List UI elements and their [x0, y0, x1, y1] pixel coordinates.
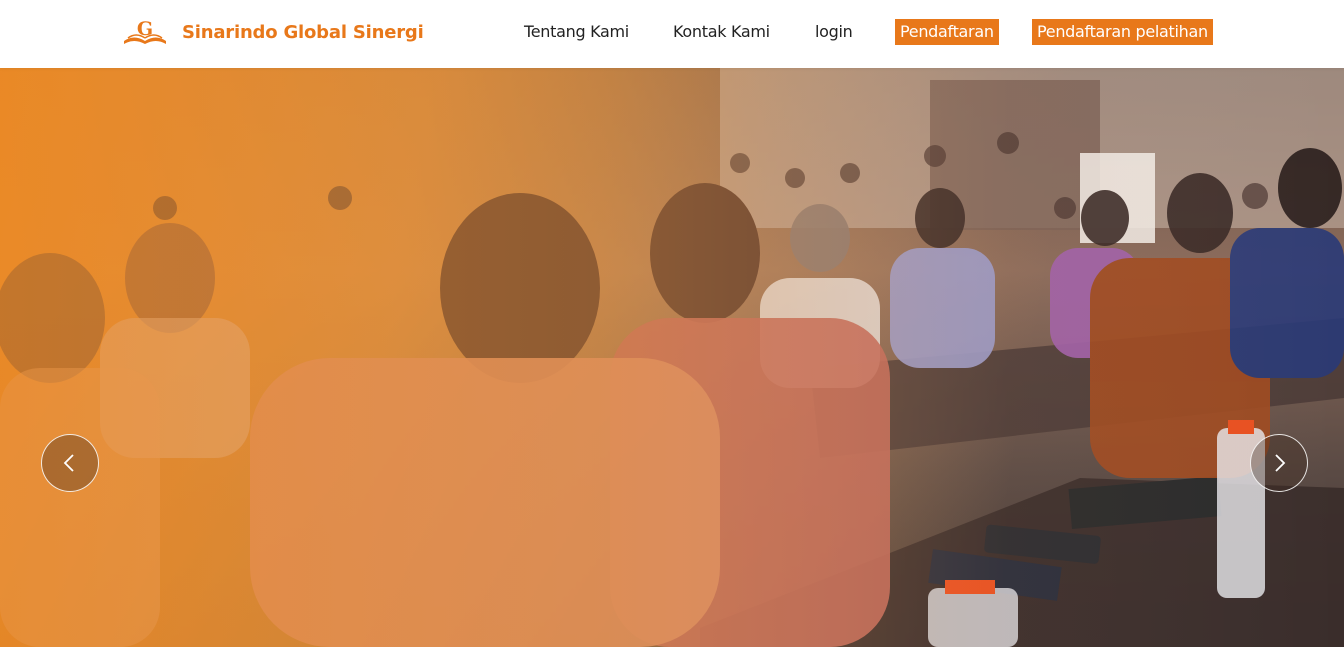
- svg-text:G: G: [137, 18, 153, 40]
- site-header: G Sinarindo Global Sinergi Tentang Kami …: [0, 0, 1344, 68]
- nav-kontak-kami[interactable]: Kontak Kami: [673, 20, 770, 44]
- chevron-left-icon: [63, 454, 74, 472]
- brand-name: Sinarindo Global Sinergi: [182, 21, 424, 43]
- book-g-logo-icon: G: [124, 18, 166, 44]
- pendaftaran-pelatihan-button[interactable]: Pendaftaran pelatihan: [1032, 19, 1213, 45]
- pendaftaran-button[interactable]: Pendaftaran: [895, 19, 999, 45]
- nav-tentang-kami[interactable]: Tentang Kami: [524, 20, 629, 44]
- chevron-right-icon: [1275, 454, 1286, 472]
- hero-carousel: [0, 68, 1344, 647]
- carousel-next-button[interactable]: [1250, 434, 1308, 492]
- brand-link[interactable]: G Sinarindo Global Sinergi: [122, 16, 424, 48]
- carousel-prev-button[interactable]: [41, 434, 99, 492]
- nav-login[interactable]: login: [815, 20, 853, 44]
- hero-photo: [0, 68, 1344, 647]
